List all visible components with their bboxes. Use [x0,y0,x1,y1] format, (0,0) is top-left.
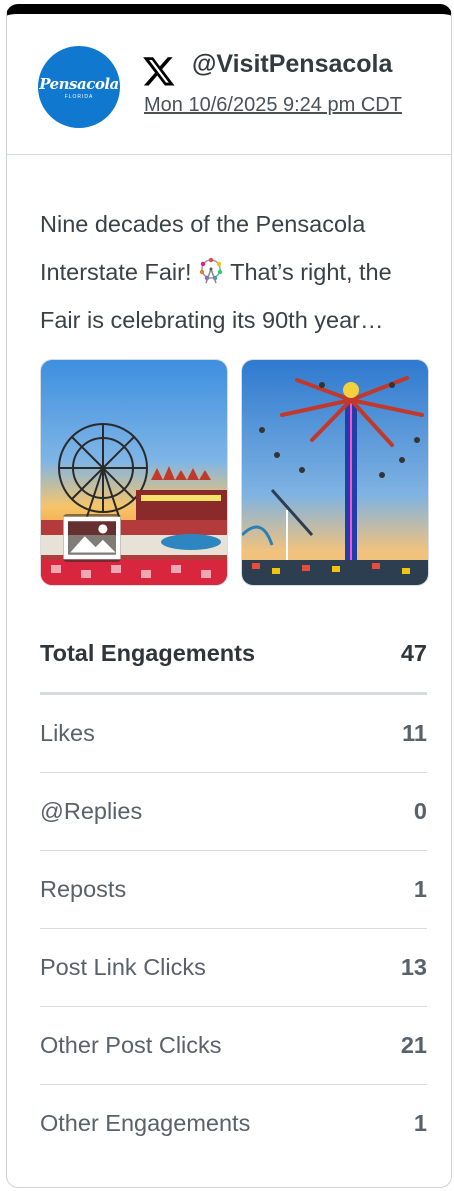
avatar[interactable]: Pensacola FLORIDA [38,46,120,128]
metric-post-link-clicks: Post Link Clicks 13 [40,929,427,1007]
image-icon [63,514,121,562]
account-handle[interactable]: @VisitPensacola [192,50,392,79]
metric-other-engagements: Other Engagements 1 [40,1085,427,1162]
engagement-metrics: Total Engagements 47 Likes 11 @Replies 0… [40,614,427,1162]
avatar-sub: FLORIDA [64,93,94,100]
metric-reposts: Reposts 1 [40,851,427,929]
metric-value: 11 [402,720,427,746]
metric-label: Likes [40,720,95,746]
metric-label: @Replies [40,798,143,824]
metric-replies: @Replies 0 [40,773,427,851]
ferris-wheel-photo[interactable] [40,359,228,586]
metric-value: 1 [413,1110,427,1136]
metric-label: Total Engagements [40,639,256,666]
post-text: Nine decades of the Pensacola Interstate… [40,200,432,344]
metric-label: Reposts [40,876,127,902]
metric-label: Post Link Clicks [40,954,206,980]
metric-value: 21 [400,1032,427,1058]
metric-value: 0 [413,798,427,824]
metric-label: Other Engagements [40,1110,251,1136]
metric-other-post-clicks: Other Post Clicks 21 [40,1007,427,1085]
post-card: Pensacola FLORIDA @VisitPensacola Mon 10… [6,4,452,1188]
post-timestamp-link[interactable]: Mon 10/6/2025 9:24 pm CDT [144,94,402,117]
metric-value: 13 [400,954,427,980]
metric-label: Other Post Clicks [40,1032,222,1058]
post-header: Pensacola FLORIDA @VisitPensacola Mon 10… [7,14,451,155]
metric-likes: Likes 11 [40,695,427,773]
swing-ride-photo[interactable] [241,359,429,586]
metric-total-engagements: Total Engagements 47 [40,614,427,695]
metric-value: 47 [400,639,427,666]
ferris-wheel-icon [199,258,223,284]
avatar-brand: Pensacola [39,74,119,93]
metric-value: 1 [413,876,427,902]
x-logo-icon [143,57,175,86]
